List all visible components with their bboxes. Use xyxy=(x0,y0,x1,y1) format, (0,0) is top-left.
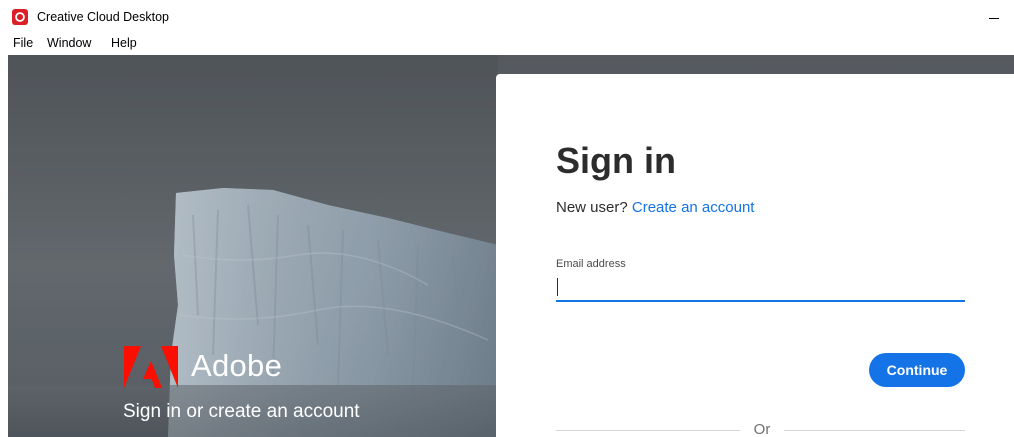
or-divider: Or xyxy=(556,420,965,437)
minimize-button[interactable] xyxy=(978,6,1008,28)
creative-cloud-icon xyxy=(12,9,28,25)
sign-in-card: Sign in New user? Create an account Emai… xyxy=(496,74,1014,437)
email-label: Email address xyxy=(556,258,626,270)
text-caret xyxy=(557,278,558,296)
menu-bar: File Window Help xyxy=(0,34,1014,54)
new-user-row: New user? Create an account xyxy=(556,199,754,216)
menu-help[interactable]: Help xyxy=(111,36,137,50)
email-field[interactable] xyxy=(556,274,965,302)
divider-line-left xyxy=(556,430,740,431)
divider-line-right xyxy=(784,430,965,431)
title-bar: Creative Cloud Desktop xyxy=(0,0,1014,34)
sign-in-screen: Adobe Sign in or create an account Sign … xyxy=(8,55,1014,437)
adobe-logo-icon xyxy=(124,346,178,388)
continue-button[interactable]: Continue xyxy=(869,353,965,387)
menu-window[interactable]: Window xyxy=(47,36,91,50)
page-title: Sign in xyxy=(556,140,676,181)
or-text: Or xyxy=(753,421,771,437)
create-account-link[interactable]: Create an account xyxy=(632,199,755,216)
new-user-prompt: New user? xyxy=(556,199,628,216)
adobe-wordmark: Adobe xyxy=(191,348,283,383)
branding-tagline: Sign in or create an account xyxy=(123,401,360,422)
menu-file[interactable]: File xyxy=(13,36,33,50)
window-title: Creative Cloud Desktop xyxy=(37,10,170,24)
